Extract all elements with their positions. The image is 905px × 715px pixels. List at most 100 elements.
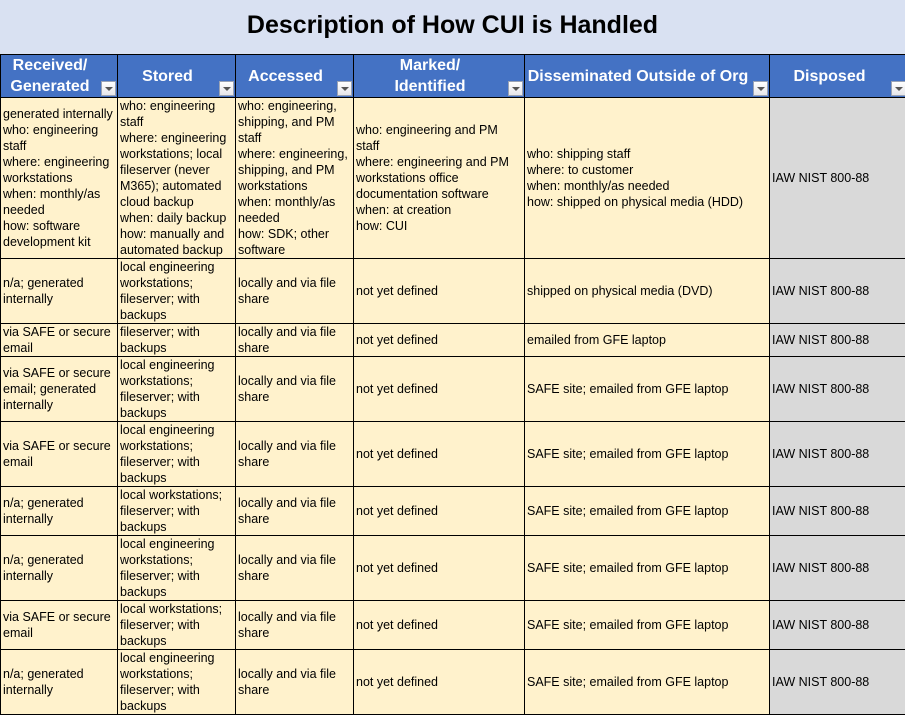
cell-text: IAW NIST 800-88 — [772, 674, 905, 690]
cell-stored[interactable]: local engineering workstations; fileserv… — [118, 357, 236, 422]
cell-received-generated[interactable]: via SAFE or secure email — [1, 422, 118, 487]
cell-accessed[interactable]: locally and via file share — [236, 487, 354, 536]
cell-text: locally and via file share — [238, 324, 351, 356]
cell-marked-identified[interactable]: not yet defined — [354, 259, 525, 324]
cell-stored[interactable]: fileserver; with backups — [118, 324, 236, 357]
filter-dropdown-icon[interactable] — [337, 81, 352, 96]
cell-text: IAW NIST 800-88 — [772, 381, 905, 397]
cell-text: n/a; generated internally — [3, 495, 115, 527]
cell-received-generated[interactable]: n/a; generated internally — [1, 650, 118, 715]
table-body: generated internally who: engineering st… — [1, 98, 905, 715]
cell-accessed[interactable]: locally and via file share — [236, 422, 354, 487]
cell-text: n/a; generated internally — [3, 275, 115, 307]
filter-dropdown-icon[interactable] — [753, 81, 768, 96]
cell-text: SAFE site; emailed from GFE laptop — [527, 617, 767, 633]
cell-accessed[interactable]: locally and via file share — [236, 601, 354, 650]
cell-text: who: engineering, shipping, and PM staff… — [238, 98, 351, 258]
cell-stored[interactable]: local engineering workstations; fileserv… — [118, 422, 236, 487]
cell-text: not yet defined — [356, 503, 522, 519]
cell-accessed[interactable]: locally and via file share — [236, 324, 354, 357]
cell-accessed[interactable]: locally and via file share — [236, 650, 354, 715]
cell-text: n/a; generated internally — [3, 552, 115, 584]
cell-text: via SAFE or secure email — [3, 609, 115, 641]
cell-received-generated[interactable]: generated internally who: engineering st… — [1, 98, 118, 259]
cell-text: via SAFE or secure email; generated inte… — [3, 365, 115, 413]
column-header-label: Received/ Generated — [3, 55, 97, 97]
filter-dropdown-icon[interactable] — [891, 81, 905, 96]
filter-dropdown-icon[interactable] — [508, 81, 523, 96]
cell-stored[interactable]: local engineering workstations; fileserv… — [118, 536, 236, 601]
cell-accessed[interactable]: locally and via file share — [236, 536, 354, 601]
cell-text: who: shipping staff where: to customer w… — [527, 146, 767, 210]
cell-disseminated[interactable]: SAFE site; emailed from GFE laptop — [525, 601, 770, 650]
cell-received-generated[interactable]: n/a; generated internally — [1, 259, 118, 324]
cell-marked-identified[interactable]: not yet defined — [354, 650, 525, 715]
cell-marked-identified[interactable]: not yet defined — [354, 601, 525, 650]
cell-disposed[interactable]: IAW NIST 800-88 — [770, 650, 905, 715]
cell-received-generated[interactable]: via SAFE or secure email; generated inte… — [1, 357, 118, 422]
cell-disseminated[interactable]: who: shipping staff where: to customer w… — [525, 98, 770, 259]
table-row: n/a; generated internallylocal engineeri… — [1, 650, 905, 715]
column-header-label: Accessed — [238, 66, 333, 87]
cell-disseminated[interactable]: SAFE site; emailed from GFE laptop — [525, 487, 770, 536]
cell-stored[interactable]: local engineering workstations; fileserv… — [118, 259, 236, 324]
cell-disposed[interactable]: IAW NIST 800-88 — [770, 357, 905, 422]
column-header-disseminated: Disseminated Outside of Org — [525, 55, 770, 98]
filter-dropdown-icon[interactable] — [219, 81, 234, 96]
cell-received-generated[interactable]: via SAFE or secure email — [1, 601, 118, 650]
cell-received-generated[interactable]: via SAFE or secure email — [1, 324, 118, 357]
cell-disseminated[interactable]: SAFE site; emailed from GFE laptop — [525, 357, 770, 422]
cell-disposed[interactable]: IAW NIST 800-88 — [770, 601, 905, 650]
title-bar: Description of How CUI is Handled — [0, 0, 905, 54]
cell-accessed[interactable]: locally and via file share — [236, 259, 354, 324]
cell-disposed[interactable]: IAW NIST 800-88 — [770, 259, 905, 324]
cell-marked-identified[interactable]: not yet defined — [354, 357, 525, 422]
cell-text: emailed from GFE laptop — [527, 332, 767, 348]
cell-disseminated[interactable]: SAFE site; emailed from GFE laptop — [525, 536, 770, 601]
table-row: generated internally who: engineering st… — [1, 98, 905, 259]
cell-stored[interactable]: local engineering workstations; fileserv… — [118, 650, 236, 715]
cell-text: local engineering workstations; fileserv… — [120, 259, 233, 323]
cell-text: via SAFE or secure email — [3, 438, 115, 470]
cell-stored[interactable]: who: engineering staff where: engineerin… — [118, 98, 236, 259]
cell-text: locally and via file share — [238, 373, 351, 405]
cell-text: locally and via file share — [238, 609, 351, 641]
cell-received-generated[interactable]: n/a; generated internally — [1, 487, 118, 536]
cell-text: not yet defined — [356, 332, 522, 348]
cell-stored[interactable]: local workstations; fileserver; with bac… — [118, 487, 236, 536]
cell-disposed[interactable]: IAW NIST 800-88 — [770, 487, 905, 536]
cell-text: IAW NIST 800-88 — [772, 503, 905, 519]
cell-text: SAFE site; emailed from GFE laptop — [527, 446, 767, 462]
cell-disseminated[interactable]: SAFE site; emailed from GFE laptop — [525, 422, 770, 487]
column-header-stored: Stored — [118, 55, 236, 98]
cell-disseminated[interactable]: SAFE site; emailed from GFE laptop — [525, 650, 770, 715]
cell-text: IAW NIST 800-88 — [772, 617, 905, 633]
cell-marked-identified[interactable]: who: engineering and PM staff where: eng… — [354, 98, 525, 259]
cell-disposed[interactable]: IAW NIST 800-88 — [770, 536, 905, 601]
cell-marked-identified[interactable]: not yet defined — [354, 536, 525, 601]
cell-disseminated[interactable]: emailed from GFE laptop — [525, 324, 770, 357]
column-header-disposed: Disposed — [770, 55, 905, 98]
filter-dropdown-icon[interactable] — [101, 81, 116, 96]
cell-text: local workstations; fileserver; with bac… — [120, 601, 233, 649]
table-row: n/a; generated internallylocal engineeri… — [1, 536, 905, 601]
cell-marked-identified[interactable]: not yet defined — [354, 487, 525, 536]
cell-disposed[interactable]: IAW NIST 800-88 — [770, 422, 905, 487]
cell-text: not yet defined — [356, 617, 522, 633]
cell-text: local workstations; fileserver; with bac… — [120, 487, 233, 535]
table-row: via SAFE or secure emaillocal workstatio… — [1, 601, 905, 650]
cell-disposed[interactable]: IAW NIST 800-88 — [770, 98, 905, 259]
cell-accessed[interactable]: who: engineering, shipping, and PM staff… — [236, 98, 354, 259]
cell-disposed[interactable]: IAW NIST 800-88 — [770, 324, 905, 357]
cell-accessed[interactable]: locally and via file share — [236, 357, 354, 422]
cell-disseminated[interactable]: shipped on physical media (DVD) — [525, 259, 770, 324]
column-header-received-generated: Received/ Generated — [1, 55, 118, 98]
cell-received-generated[interactable]: n/a; generated internally — [1, 536, 118, 601]
cell-text: local engineering workstations; fileserv… — [120, 422, 233, 486]
cell-text: SAFE site; emailed from GFE laptop — [527, 674, 767, 690]
cell-marked-identified[interactable]: not yet defined — [354, 422, 525, 487]
cell-stored[interactable]: local workstations; fileserver; with bac… — [118, 601, 236, 650]
cell-text: IAW NIST 800-88 — [772, 560, 905, 576]
cell-marked-identified[interactable]: not yet defined — [354, 324, 525, 357]
cell-text: local engineering workstations; fileserv… — [120, 536, 233, 600]
